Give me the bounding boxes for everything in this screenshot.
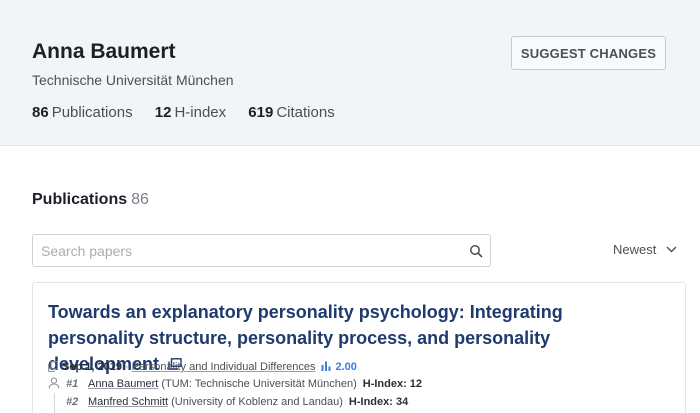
publication-card: Towards an explanatory personality psych… bbox=[32, 282, 686, 413]
stat-label: Citations bbox=[276, 104, 335, 121]
search-box bbox=[32, 234, 491, 267]
publications-heading: Publications 86 bbox=[32, 191, 149, 209]
author-affiliation-text: (University of Koblenz and Landau) bbox=[171, 396, 343, 408]
author-name-link[interactable]: Manfred Schmitt bbox=[88, 396, 168, 408]
stat-value: 12 bbox=[154, 104, 172, 121]
person-icon bbox=[48, 377, 60, 389]
author-row: #2 Manfred Schmitt (University of Koblenz … bbox=[66, 396, 408, 408]
stat-label: H-index bbox=[174, 104, 227, 121]
author-name: Anna Baumert bbox=[32, 40, 176, 63]
stat-value: 86 bbox=[32, 104, 49, 121]
chevron-down-icon bbox=[666, 246, 677, 253]
author-affiliation: Technische Universität München bbox=[32, 72, 234, 88]
journal-link[interactable]: Personality and Individual Differences bbox=[132, 361, 316, 373]
profile-header: Anna Baumert Technische Universität Münc… bbox=[0, 0, 700, 146]
stat-publications: 86 Publications bbox=[32, 104, 133, 121]
stat-value: 619 bbox=[248, 104, 274, 121]
journal-metric: 2.00 bbox=[321, 361, 357, 373]
sort-dropdown[interactable]: Newest bbox=[613, 242, 677, 257]
search-icon[interactable] bbox=[469, 244, 483, 258]
stat-citations: 619 Citations bbox=[248, 104, 334, 121]
author-rank: #1 bbox=[66, 378, 79, 390]
separator-dot: · bbox=[124, 361, 129, 373]
author-hindex: H-Index: 34 bbox=[348, 396, 409, 408]
journal-metric-value: 2.00 bbox=[335, 361, 357, 373]
paper-date: Sep 1, 2019 bbox=[62, 361, 122, 373]
author-name-link[interactable]: Anna Baumert bbox=[88, 378, 158, 390]
copy-icon[interactable] bbox=[48, 360, 58, 372]
stat-label: Publications bbox=[51, 104, 133, 121]
search-input[interactable] bbox=[33, 235, 453, 266]
bar-chart-icon bbox=[321, 361, 331, 372]
author-row: #1 Anna Baumert (TUM: Technische Universit… bbox=[66, 378, 422, 390]
author-rank: #2 bbox=[66, 396, 79, 408]
author-hindex: H-Index: 12 bbox=[362, 378, 423, 390]
author-affiliation-text: (TUM: Technische Universität München) bbox=[161, 378, 357, 390]
suggest-changes-button[interactable]: SUGGEST CHANGES bbox=[511, 36, 666, 70]
stat-hindex: 12 H-index bbox=[155, 104, 226, 121]
author-list-line bbox=[54, 393, 55, 413]
author-stats: 86 Publications 12 H-index 619 Citations bbox=[32, 104, 353, 121]
publications-heading-label: Publications bbox=[32, 191, 128, 208]
sort-label: Newest bbox=[613, 242, 657, 257]
publications-count: 86 bbox=[131, 191, 149, 208]
paper-meta: Sep 1, 2019 · Personality and Individual D… bbox=[48, 360, 357, 373]
